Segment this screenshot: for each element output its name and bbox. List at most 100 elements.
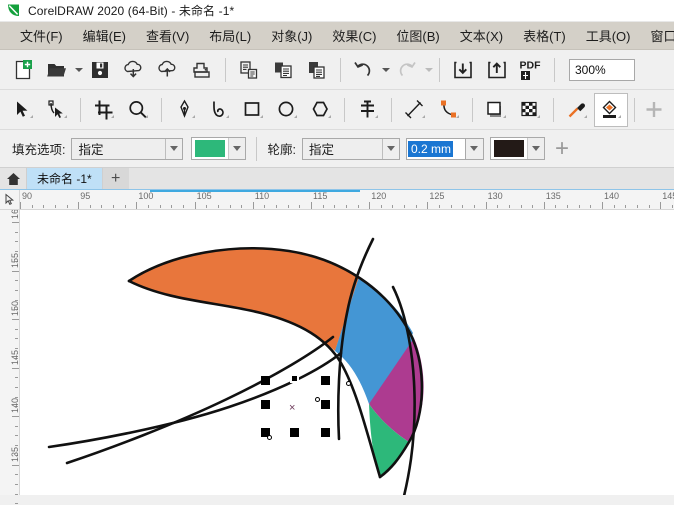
smart-fill-tool[interactable] [641,93,667,127]
menu-edit[interactable]: 编辑(E) [73,23,136,48]
fill-color-swatch[interactable] [194,139,227,158]
path-node-upper[interactable] [346,381,351,386]
document-tab[interactable]: 未命名 -1* [26,168,103,189]
redo-dropdown-caret-icon[interactable] [425,67,433,72]
fill-color-picker[interactable] [191,137,247,160]
publish-pdf-icon[interactable]: PDF [514,53,548,87]
menu-tools[interactable]: 工具(O) [576,23,641,48]
ruler-minor-tick [439,205,441,208]
selection-handle-top-center[interactable] [290,374,299,383]
ruler-tick [78,202,80,209]
outline-label: 轮廓: [267,143,296,157]
print-icon[interactable] [185,53,219,87]
menu-window[interactable]: 窗口 [640,23,674,48]
menu-bitmaps[interactable]: 位图(B) [386,23,449,48]
ruler-minor-tick [392,205,394,208]
menu-object[interactable]: 对象(J) [261,23,322,48]
home-icon[interactable] [0,168,26,189]
toolbox-divider-7 [634,97,635,122]
outline-color-swatch[interactable] [492,139,525,158]
zoom-level-input[interactable]: 300% [569,58,635,81]
selection-handle-top-right[interactable] [321,376,330,385]
color-eyedropper-tool[interactable] [560,93,594,127]
ruler-label: 120 [371,191,387,201]
vertical-ruler[interactable]: 160 155 150 145 140 135 [0,204,20,505]
toolbox-bar [0,90,674,130]
outline-chevron-down-icon[interactable] [381,138,399,159]
menu-layout[interactable]: 布局(L) [199,23,261,48]
import-cloud-icon[interactable] [117,53,151,87]
outline-width-input[interactable]: 0.2 mm [405,137,466,160]
chevron-down-icon[interactable] [165,138,182,159]
dimension-tool[interactable] [398,93,432,127]
path-node-mid[interactable] [315,397,320,402]
crop-tool[interactable] [87,93,121,127]
copy-properties-icon[interactable] [232,53,266,87]
ruler-tick [12,367,19,369]
selection-handle-mid-left[interactable] [261,400,270,409]
drawing-work-area: 9095100105110115120125130135140145 16015… [0,190,674,505]
ruler-origin-corner[interactable] [0,190,20,210]
drawing-canvas[interactable]: × [21,211,674,495]
ruler-minor-tick [287,205,289,208]
outline-width-value: 0.2 mm [407,140,453,157]
menu-view[interactable]: 查看(V) [136,23,199,48]
save-icon[interactable] [83,53,117,87]
selection-handle-bottom-right[interactable] [321,428,330,437]
new-document-icon[interactable] [6,53,40,87]
selection-handle-bottom-center[interactable] [290,428,299,437]
pen-tool[interactable] [168,93,202,127]
rectangle-tool[interactable] [236,93,270,127]
selection-handle-mid-right[interactable] [321,400,330,409]
property-divider-1 [256,136,258,161]
ruler-minor-tick [357,205,359,208]
menu-table[interactable]: 表格(T) [513,23,576,48]
spiral-tool[interactable] [202,93,236,127]
export-icon[interactable] [480,53,514,87]
ruler-minor-tick [671,205,673,208]
selection-handle-top-left[interactable] [261,376,270,385]
ruler-minor-tick [148,205,150,208]
polygon-tool[interactable] [304,93,338,127]
redo-icon[interactable] [390,53,424,87]
ruler-label: 105 [196,191,212,201]
undo-icon[interactable] [347,53,381,87]
copy-icon[interactable] [266,53,300,87]
menu-effects[interactable]: 效果(C) [322,23,386,48]
path-node-lower[interactable] [267,435,272,440]
open-dropdown-caret-icon[interactable] [75,67,83,72]
drop-shadow-tool[interactable] [479,93,513,127]
outline-color-picker[interactable] [489,137,545,160]
paste-icon[interactable] [300,53,334,87]
horizontal-ruler[interactable]: 90 95 100 105 110 115 120 125 130 135 140 145 [0,190,674,210]
fill-color-chevron-down-icon[interactable] [228,138,246,159]
fill-mode-dropdown[interactable]: 指定 [71,137,184,160]
ruler-minor-tick [66,205,68,208]
add-page-button[interactable]: + [102,168,129,189]
ruler-minor-tick [124,205,126,208]
outline-color-chevron-down-icon[interactable] [526,138,544,159]
text-tool[interactable] [351,93,385,127]
transparency-tool[interactable] [513,93,547,127]
export-cloud-icon[interactable] [151,53,185,87]
menu-file[interactable]: 文件(F) [10,23,73,48]
ruler-label: 140 [10,397,20,413]
outline-mode-dropdown[interactable]: 指定 [301,137,400,160]
ruler-minor-tick [625,205,627,208]
ruler-label: 100 [138,191,154,201]
menu-text[interactable]: 文本(X) [450,23,513,48]
pick-tool[interactable] [6,93,40,127]
open-folder-icon[interactable] [40,53,74,87]
add-property-button[interactable]: + [555,136,569,161]
undo-dropdown-caret-icon[interactable] [382,67,390,72]
ellipse-tool[interactable] [270,93,304,127]
interactive-fill-tool[interactable] [594,92,628,127]
ruler-tick [602,202,603,209]
ruler-tick [252,202,254,209]
ruler-tick [543,202,545,209]
import-icon[interactable] [446,53,480,87]
outline-width-chevron-down-icon[interactable] [465,137,484,160]
zoom-tool[interactable] [121,93,155,127]
connector-tool[interactable] [432,93,466,127]
shape-tool[interactable] [40,93,74,127]
